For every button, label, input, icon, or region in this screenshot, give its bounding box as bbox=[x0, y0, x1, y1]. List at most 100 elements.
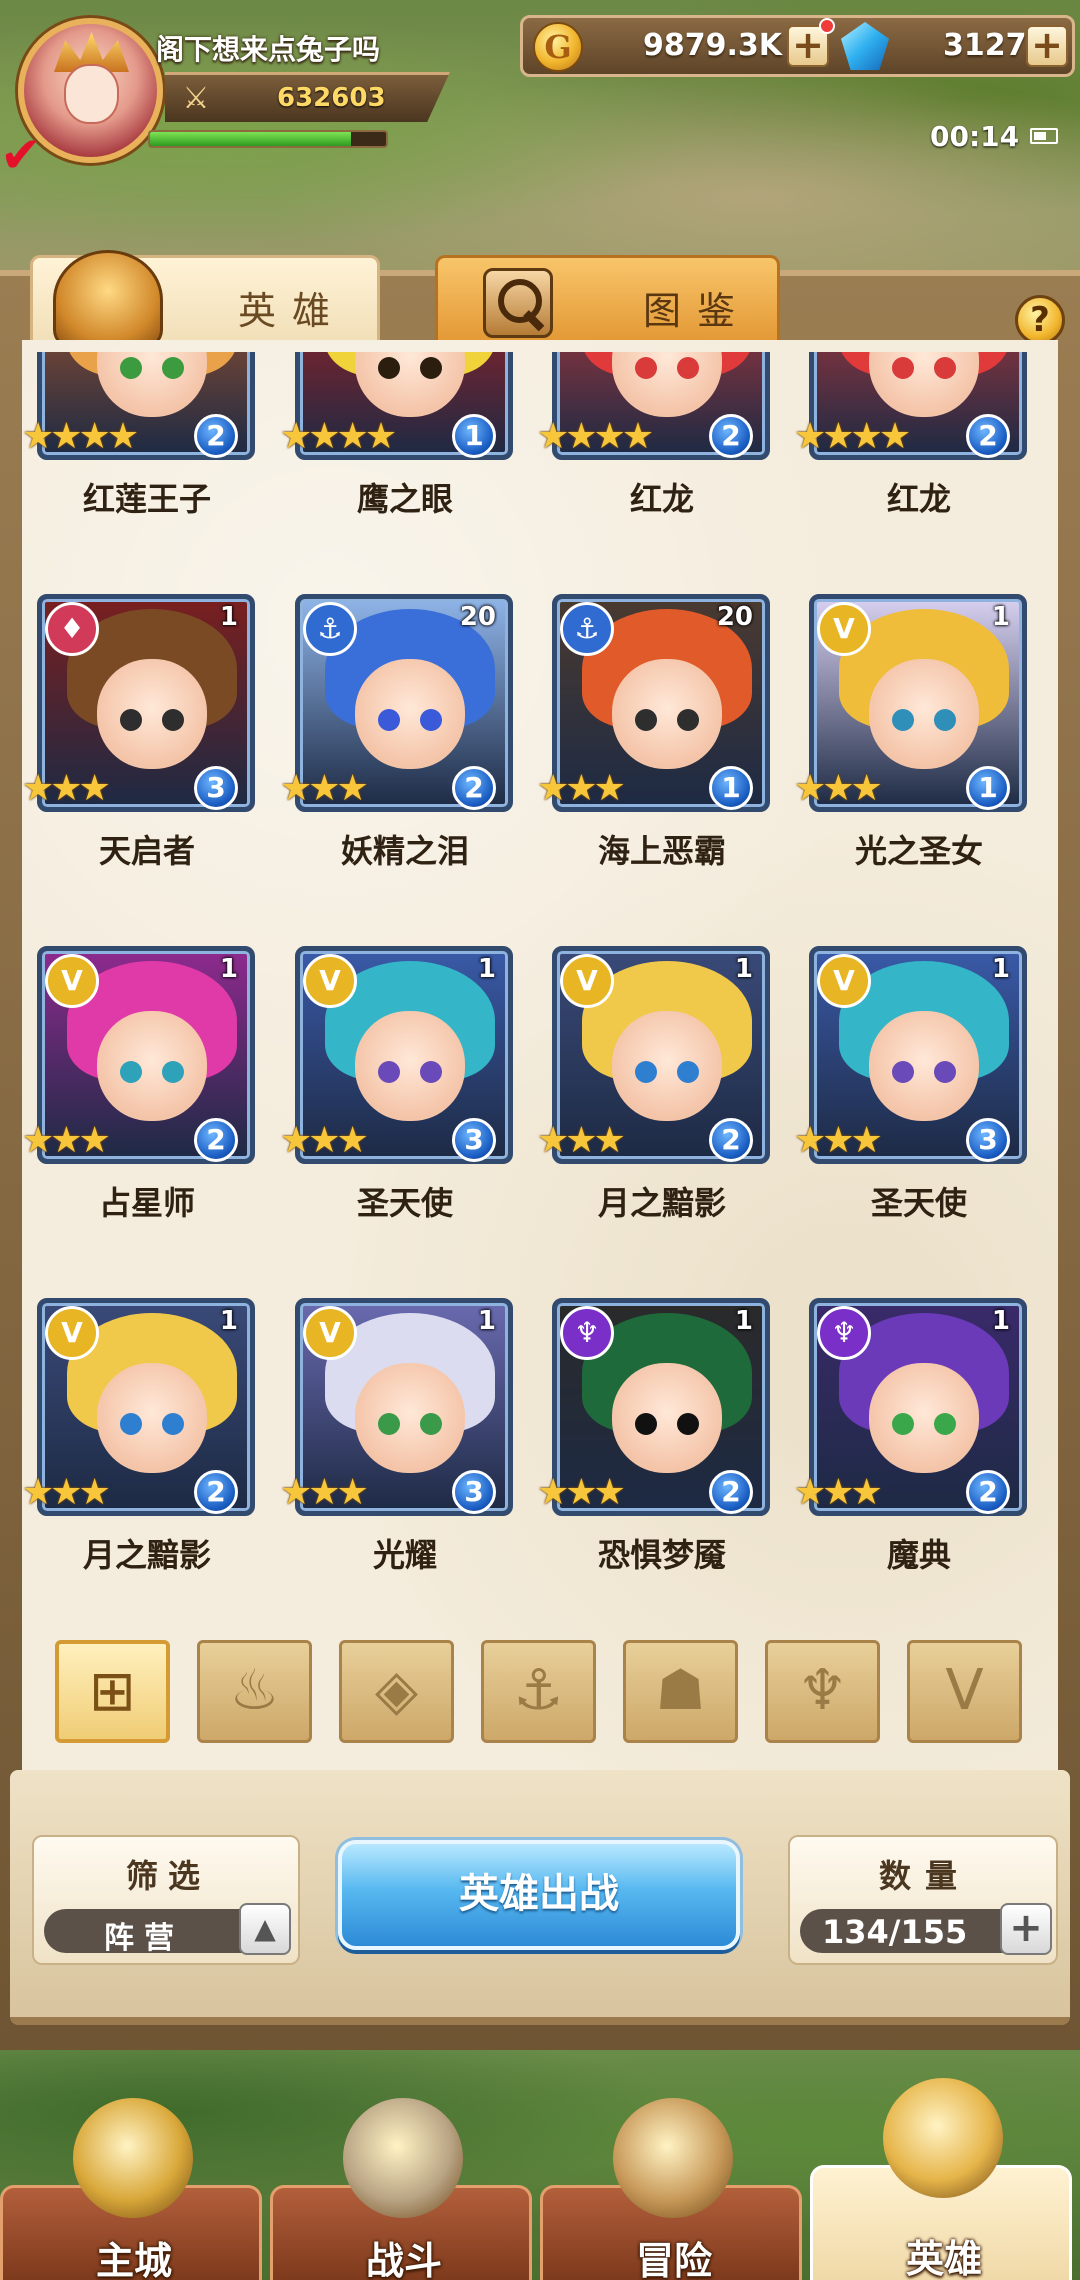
notification-dot bbox=[819, 18, 835, 34]
star-rating: ★★★ bbox=[280, 768, 369, 809]
hero-eye bbox=[162, 1413, 184, 1435]
hero-card[interactable]: V 1 ★★★ 3 光耀 bbox=[280, 1298, 513, 1592]
crossed-swords-icon: ⚔ bbox=[182, 81, 210, 116]
hero-grade-badge: 2 bbox=[452, 766, 496, 810]
player-header: ✔ 阁下想来点兔子吗 ⚔ 632603 bbox=[0, 0, 460, 184]
hero-name: 圣天使 bbox=[870, 1184, 967, 1222]
tab-codex[interactable]: 图鉴 bbox=[435, 255, 780, 350]
hero-grid[interactable]: ★★★★ 2 红莲王子 ★★★★ 1 鹰之眼 ★★★★ 2 红龙 ★★★★ 2 红龙 ♦ 1 ★★★ 3 天启者… bbox=[22, 352, 1058, 1592]
hero-eye bbox=[677, 709, 699, 731]
hero-card[interactable]: ♆ 1 ★★★ 2 魔典 bbox=[794, 1298, 1027, 1592]
hero-card[interactable]: V 1 ★★★ 2 月之黯影 bbox=[22, 1298, 255, 1592]
filter-wing-icon[interactable]: V bbox=[907, 1640, 1022, 1743]
hero-eye bbox=[635, 1061, 657, 1083]
star-rating: ★★★ bbox=[537, 768, 626, 809]
filter-beast-icon[interactable]: ☗ bbox=[623, 1640, 738, 1743]
hero-card[interactable]: V 1 ★★★ 2 占星师 bbox=[22, 946, 255, 1251]
star-rating: ★★★ bbox=[280, 1120, 369, 1161]
wing-icon: V bbox=[817, 602, 871, 656]
faction-select[interactable]: 阵营 ▲ bbox=[44, 1903, 291, 1956]
filter-flame-icon[interactable]: ♨ bbox=[197, 1640, 312, 1743]
nav-tab[interactable]: 英雄 bbox=[810, 2078, 1072, 2280]
gem-icon bbox=[841, 22, 889, 70]
filter-grid-icon[interactable]: ⊞ bbox=[55, 1640, 170, 1743]
hero-face bbox=[612, 1363, 722, 1473]
tab-heroes[interactable]: 英雄 bbox=[30, 250, 380, 350]
hero-face bbox=[97, 659, 207, 769]
hero-face bbox=[355, 659, 465, 769]
wing-icon: V bbox=[45, 954, 99, 1008]
help-button[interactable]: ? bbox=[1015, 295, 1065, 345]
tab-heroes-label: 英雄 bbox=[238, 289, 347, 333]
filter-diamond-icon[interactable]: ◈ bbox=[339, 1640, 454, 1743]
hero-eye bbox=[420, 709, 442, 731]
hero-grade-badge: 2 bbox=[194, 1470, 238, 1514]
star-rating: ★★★★ bbox=[537, 416, 654, 457]
hero-level: 1 bbox=[219, 954, 238, 984]
hero-face bbox=[612, 1011, 722, 1121]
hero-grade-badge: 3 bbox=[452, 1470, 496, 1514]
power-bar: ⚔ 632603 bbox=[165, 72, 450, 122]
hero-card[interactable]: V 1 ★★★ 2 月之黯影 bbox=[537, 946, 770, 1251]
nav-tab[interactable]: 主城 bbox=[0, 2098, 262, 2280]
hero-level: 1 bbox=[219, 602, 238, 632]
hero-eye bbox=[934, 357, 956, 379]
hero-card[interactable]: ⚓ 20 ★★★ 2 妖精之泪 bbox=[280, 594, 513, 899]
hero-count-box: 数量 134/155 + bbox=[788, 1835, 1058, 1965]
gold-amount: 9879.3K bbox=[643, 28, 783, 63]
add-gem-button[interactable]: + bbox=[1026, 25, 1068, 67]
hero-grade-badge: 2 bbox=[194, 1118, 238, 1162]
hero-card[interactable]: ♆ 1 ★★★ 2 恐惧梦魇 bbox=[537, 1298, 770, 1592]
hero-name: 占星师 bbox=[98, 1184, 195, 1222]
hero-grade-badge: 2 bbox=[194, 414, 238, 458]
hero-name: 月之黯影 bbox=[82, 1536, 211, 1574]
hero-card[interactable]: ★★★★ 2 红龙 bbox=[794, 352, 1027, 547]
count-pill: 134/155 + bbox=[800, 1903, 1052, 1955]
hero-card[interactable]: V 1 ★★★ 3 圣天使 bbox=[794, 946, 1027, 1251]
nav-tab[interactable]: 冒险 bbox=[540, 2098, 802, 2280]
hero-eye bbox=[378, 1061, 400, 1083]
hero-card[interactable]: V 1 ★★★ 1 光之圣女 bbox=[794, 594, 1027, 899]
count-label: 数量 bbox=[878, 1857, 971, 1895]
flame-icon: ♨ bbox=[229, 1658, 280, 1723]
anchor-icon: ⚓ bbox=[513, 1658, 564, 1723]
hero-grade-badge: 1 bbox=[709, 766, 753, 810]
nav-label: 冒险 bbox=[635, 2239, 712, 2280]
beast-icon: ☗ bbox=[655, 1658, 706, 1723]
hero-card[interactable]: ★★★★ 2 红莲王子 bbox=[22, 352, 255, 547]
hero-eye bbox=[892, 1413, 914, 1435]
hero-card[interactable]: ★★★★ 2 红龙 bbox=[537, 352, 770, 547]
hero-name: 光之圣女 bbox=[854, 832, 983, 870]
hero-level: 20 bbox=[716, 602, 753, 632]
hero-eye bbox=[635, 357, 657, 379]
hero-face bbox=[869, 1011, 979, 1121]
hero-card[interactable]: V 1 ★★★ 3 圣天使 bbox=[280, 946, 513, 1251]
deploy-heroes-button[interactable]: 英雄出战 bbox=[338, 1840, 740, 1950]
hero-card[interactable]: ⚓ 20 ★★★ 1 海上恶霸 bbox=[537, 594, 770, 899]
hero-grade-badge: 3 bbox=[194, 766, 238, 810]
nav-tab[interactable]: 战斗 bbox=[270, 2098, 532, 2280]
nav-label: 战斗 bbox=[365, 2239, 442, 2280]
hero-card[interactable]: ♦ 1 ★★★ 3 天启者 bbox=[22, 594, 255, 899]
filter-anchor-icon[interactable]: ⚓ bbox=[481, 1640, 596, 1743]
hero-crest-icon bbox=[883, 2078, 1003, 2198]
expand-capacity-button[interactable]: + bbox=[1000, 1903, 1052, 1955]
hero-eye bbox=[677, 1061, 699, 1083]
hero-card[interactable]: ★★★★ 1 鹰之眼 bbox=[280, 352, 513, 547]
chevron-up-icon[interactable]: ▲ bbox=[239, 1903, 291, 1955]
hero-name: 妖精之泪 bbox=[340, 832, 469, 870]
back-arrow-icon[interactable]: ✔ bbox=[0, 125, 60, 185]
hero-grade-badge: 3 bbox=[966, 1118, 1010, 1162]
hero-grade-badge: 1 bbox=[452, 414, 496, 458]
map-scroll-icon bbox=[613, 2098, 733, 2218]
nav-label: 英雄 bbox=[905, 2237, 982, 2280]
exp-bar-fill bbox=[150, 132, 351, 146]
filter-demon-icon[interactable]: ♆ bbox=[765, 1640, 880, 1743]
crossed-swords-icon bbox=[343, 2098, 463, 2218]
star-rating: ★★★ bbox=[794, 1472, 883, 1513]
hero-grade-badge: 2 bbox=[709, 1470, 753, 1514]
hero-grade-badge: 2 bbox=[966, 1470, 1010, 1514]
wing-icon: V bbox=[303, 1306, 357, 1360]
hero-face bbox=[869, 1363, 979, 1473]
hero-eye bbox=[892, 709, 914, 731]
